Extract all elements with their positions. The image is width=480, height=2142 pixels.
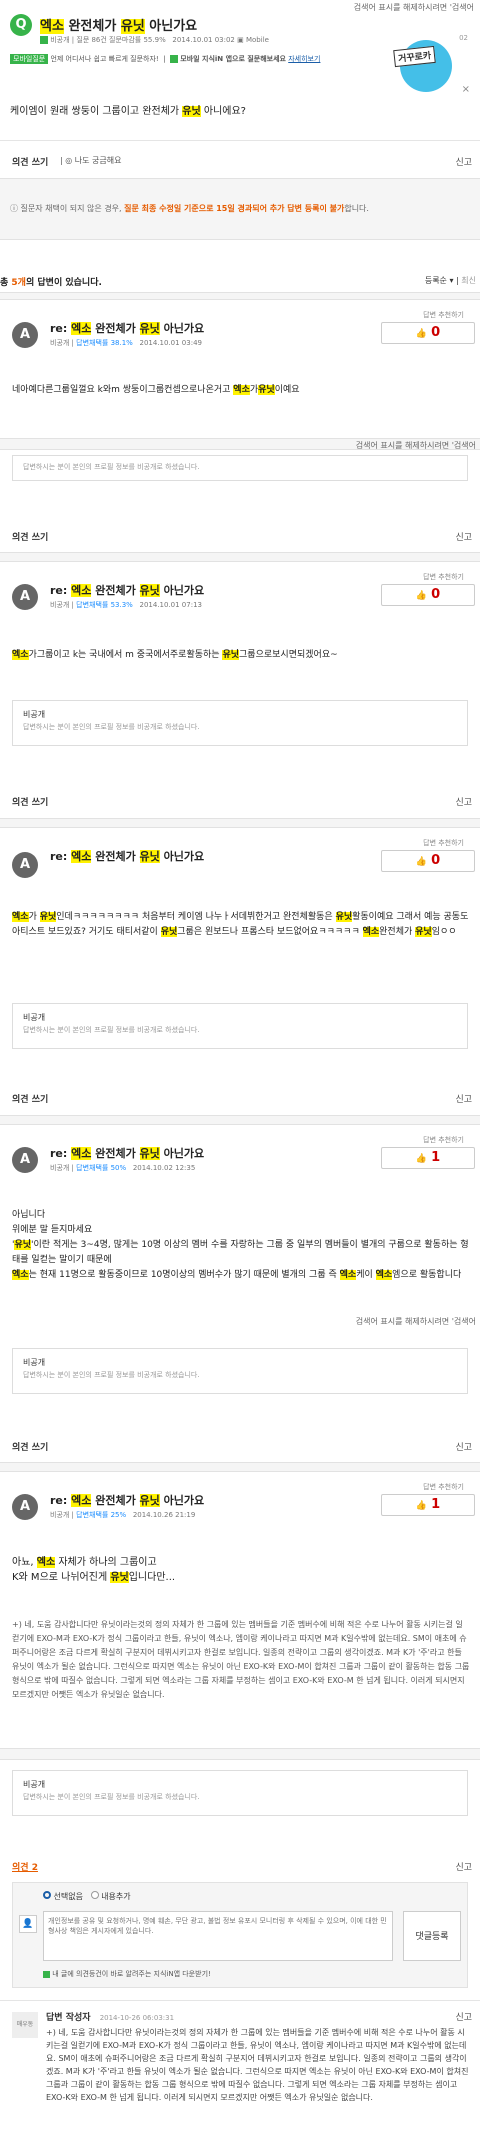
answer-title: re: 엑소 완전체가 유닛 아닌가요 xyxy=(50,1147,205,1160)
private-box: 답변하시는 분이 본인의 프로필 정보를 비공개로 하셨습니다. xyxy=(12,455,468,481)
notice-text: ⓘ 질문자 채택이 되지 않은 경우, 질문 최종 수정일 기준으로 15일 경… xyxy=(10,204,369,213)
question-meta: 비공개 | 질문 86건 질문마감률 55.9% 2014.10.01 03:0… xyxy=(40,35,269,45)
info-icon: ⓘ xyxy=(10,204,18,213)
answer-body: 엑소가그룹이고 k는 국내에서 m 중국에서주로활동하는 유닛그룹으로보시면되겠… xyxy=(12,650,338,660)
answer-body: 네아예다른그룹일껄요 k와m 쌍둥이그룹컨셉으로나온거고 엑소가유닛이예요 xyxy=(12,385,300,395)
report-button[interactable]: 신고 xyxy=(455,1440,472,1453)
avatar: A xyxy=(12,852,38,878)
thumbs-up-icon: 👍 xyxy=(415,857,428,867)
comment-textarea[interactable] xyxy=(43,1911,393,1961)
mobile-icon: ▣ xyxy=(237,36,244,44)
search-highlight-bar: 검색어 표시를 해제하시려면 '검색어 xyxy=(355,441,476,450)
question-body: 케이엠이 원래 쌍둥이 그룹이고 완전체가 유닛 아니에요? xyxy=(10,106,246,117)
avatar: A xyxy=(12,1494,38,1520)
private-box: 비공개 답변하시는 분이 본인의 프로필 정보를 비공개로 하셨습니다. xyxy=(12,1003,468,1049)
answer-separator xyxy=(0,1462,480,1472)
recommend-button[interactable]: 👍 0 xyxy=(381,584,475,606)
recommend-button[interactable]: 👍 0 xyxy=(381,322,475,344)
answers-count: 총 5개의 답변이 있습니다. xyxy=(0,278,102,288)
question-title: 엑소 완전체가 유닛 아닌가요 xyxy=(40,19,198,34)
curious-icon: ◎ xyxy=(65,156,73,165)
report-button[interactable]: 신고 xyxy=(455,1860,472,1873)
avatar: A xyxy=(12,1147,38,1173)
answer-separator xyxy=(0,1748,480,1760)
question-icon: Q xyxy=(10,14,32,36)
answer-separator xyxy=(0,292,480,300)
private-box: 비공개 답변하시는 분이 본인의 프로필 정보를 비공개로 하셨습니다. xyxy=(12,1348,468,1394)
report-button[interactable]: 신고 xyxy=(455,530,472,543)
answer-meta: 비공개 | 답변채택률 53.3% 2014.10.01 07:13 xyxy=(50,601,202,609)
mobile-tag[interactable]: 모바일질문 xyxy=(10,54,49,64)
answer-separator xyxy=(0,818,480,828)
opinion-button[interactable]: 의견 쓰기 xyxy=(12,1092,48,1105)
comment-writer-icon: 매우동 xyxy=(12,2012,38,2038)
answer-separator xyxy=(0,1115,480,1125)
answer-meta: 비공개 | 답변채택률 25% 2014.10.26 21:19 xyxy=(50,1511,196,1519)
recommend-label: 답변 추천하기 xyxy=(423,573,464,581)
mobile-tag-row: 모바일질문 언제 어디서나 쉽고 빠르게 질문하자! | 모바일 지식iN 앱으… xyxy=(10,54,320,64)
recommend-label: 답변 추천하기 xyxy=(423,1483,464,1491)
answer-body: 아뇨, 엑소 자체가 하나의 그룹이고 K와 M으로 나뉘어진게 유닛입니다만..… xyxy=(12,1557,176,1583)
avatar: A xyxy=(12,584,38,610)
comment-form: 선택없음 내용추가 👤 댓글등록 내 글에 의견등건이 바로 알려주는 지식iN… xyxy=(12,1882,468,1988)
report-button[interactable]: 신고 xyxy=(455,1092,472,1105)
comment-report-button[interactable]: 신고 xyxy=(455,2010,472,2023)
report-button[interactable]: 신고 xyxy=(455,795,472,808)
answer-meta: 비공개 | 답변채택률 38.1% 2014.10.01 03:49 xyxy=(50,339,202,347)
opinion-button[interactable]: 의견 쓰기 xyxy=(12,795,48,808)
floating-badge[interactable]: 02 거꾸로카 × xyxy=(392,34,470,95)
answer-separator xyxy=(0,552,480,562)
sort-select[interactable]: 등록순 ▾ | 최신 xyxy=(425,275,476,286)
thumbs-up-icon: 👍 xyxy=(415,1501,428,1511)
recommend-button[interactable]: 👍 1 xyxy=(381,1147,475,1169)
author-icon xyxy=(40,36,48,44)
thumbs-up-icon: 👍 xyxy=(415,591,428,601)
opinion-button[interactable]: 의견 쓰기 xyxy=(12,155,48,168)
comments-title[interactable]: 의견 2 xyxy=(12,1860,38,1873)
avatar: A xyxy=(12,322,38,348)
app-icon xyxy=(170,55,179,63)
notice-band: ⓘ 질문자 채택이 되지 않은 경우, 질문 최종 수정일 기준으로 15일 경… xyxy=(0,178,480,240)
answer-title: re: 엑소 완전체가 유닛 아닌가요 xyxy=(50,584,205,597)
search-highlight-bar: 검색어 표시를 해제하시려면 '검색어 xyxy=(355,1317,476,1326)
recommend-label: 답변 추천하기 xyxy=(423,1136,464,1144)
app-icon xyxy=(43,1970,50,1978)
answer-body: 아닙니다위에분 말 듣지마세요'유닛'이란 적게는 3~4명, 많게는 10명 … xyxy=(12,1210,469,1280)
badge-number: 02 xyxy=(459,34,468,42)
opinion-button[interactable]: 의견 쓰기 xyxy=(12,1440,48,1453)
search-highlight-bar-text[interactable]: 검색어 표시를 해제하시려면 '검색어 xyxy=(354,2,474,13)
comment-text: +) 네, 도움 감사합니다만 유닛이라는것의 정의 자체가 한 그룹에 있는 … xyxy=(46,2028,469,2102)
recommend-button[interactable]: 👍 1 xyxy=(381,1494,475,1516)
divider xyxy=(0,2000,480,2001)
answer-title: re: 엑소 완전체가 유닛 아닌가요 xyxy=(50,322,205,335)
answer-body-addendum: +) 네, 도움 감사합니다만 유닛이라는것의 정의 자체가 한 그룹에 있는 … xyxy=(12,1620,470,1699)
answer-title: re: 엑소 완전체가 유닛 아닌가요 xyxy=(50,850,205,863)
private-box: 비공개 답변하시는 분이 본인의 프로필 정보를 비공개로 하셨습니다. xyxy=(12,700,468,746)
comment-avatar: 👤 xyxy=(19,1915,37,1933)
comment-type-radios: 선택없음 내용추가 xyxy=(43,1891,131,1902)
radio-add[interactable]: 내용추가 xyxy=(90,1891,131,1901)
thumbs-up-icon: 👍 xyxy=(415,329,428,339)
recommend-label: 답변 추천하기 xyxy=(423,311,464,319)
radio-none[interactable]: 선택없음 xyxy=(43,1891,83,1901)
close-icon[interactable]: × xyxy=(462,84,470,95)
comment-writer: 답변 작성자 2014-10-26 06:03:31 xyxy=(46,2013,175,2023)
search-highlight-bar: 검색어 표시를 해제하시려면 '검색어 xyxy=(0,0,480,14)
opinion-button[interactable]: 의견 쓰기 xyxy=(12,530,48,543)
divider xyxy=(0,140,480,141)
answer-body: 엑소가 유닛인데ㅋㅋㅋㅋㅋㅋㅋㅋ 처음부터 케이엠 나누ㅏ서데뷔한거고 완전체활… xyxy=(12,912,469,937)
answer-meta: 비공개 | 답변채택률 50% 2014.10.02 12:35 xyxy=(50,1164,196,1172)
app-note[interactable]: 내 글에 의견등건이 바로 알려주는 지식iN앱 다운받기! xyxy=(43,1969,211,1979)
recommend-label: 답변 추천하기 xyxy=(423,839,464,847)
recommend-button[interactable]: 👍 0 xyxy=(381,850,475,872)
chevron-down-icon: ▾ xyxy=(449,276,454,285)
curious-button[interactable]: | ◎ 나도 궁금해요 xyxy=(60,155,121,166)
report-button[interactable]: 신고 xyxy=(455,155,472,168)
answer-title: re: 엑소 완전체가 유닛 아닌가요 xyxy=(50,1494,205,1507)
thumbs-up-icon: 👍 xyxy=(415,1154,428,1164)
app-detail-link[interactable]: 자세히보기 xyxy=(288,55,320,63)
private-box: 비공개 답변하시는 분이 본인의 프로필 정보를 비공개로 하셨습니다. xyxy=(12,1770,468,1816)
comment-submit-button[interactable]: 댓글등록 xyxy=(403,1911,461,1961)
